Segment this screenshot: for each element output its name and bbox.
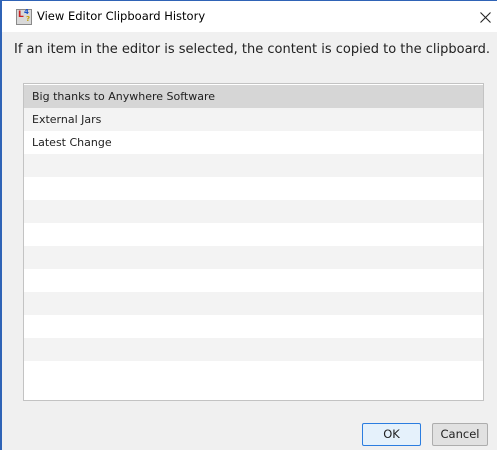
- list-empty-row: [24, 154, 483, 177]
- list-empty-row: [24, 338, 483, 361]
- list-empty-row: [24, 269, 483, 292]
- list-empty-row: [24, 315, 483, 338]
- list-empty-row: [24, 246, 483, 269]
- list-item[interactable]: Latest Change: [24, 131, 483, 154]
- close-button[interactable]: [477, 9, 493, 25]
- app-icon: L 4 ?: [16, 8, 32, 25]
- ok-button[interactable]: OK: [362, 423, 421, 446]
- window-title: View Editor Clipboard History: [37, 9, 206, 23]
- list-item[interactable]: External Jars: [24, 108, 483, 131]
- close-icon: [479, 11, 491, 23]
- cancel-button[interactable]: Cancel: [432, 423, 488, 446]
- clipboard-history-list[interactable]: Big thanks to Anywhere Software External …: [23, 83, 484, 401]
- list-empty-row: [24, 200, 483, 223]
- list-empty-row: [24, 177, 483, 200]
- list-empty-row: [24, 292, 483, 315]
- title-bar[interactable]: L 4 ? View Editor Clipboard History: [2, 1, 497, 32]
- list-item[interactable]: Big thanks to Anywhere Software: [24, 85, 483, 108]
- list-empty-row: [24, 223, 483, 246]
- list-empty-row: [24, 361, 483, 384]
- instruction-text: If an item in the editor is selected, th…: [14, 42, 491, 57]
